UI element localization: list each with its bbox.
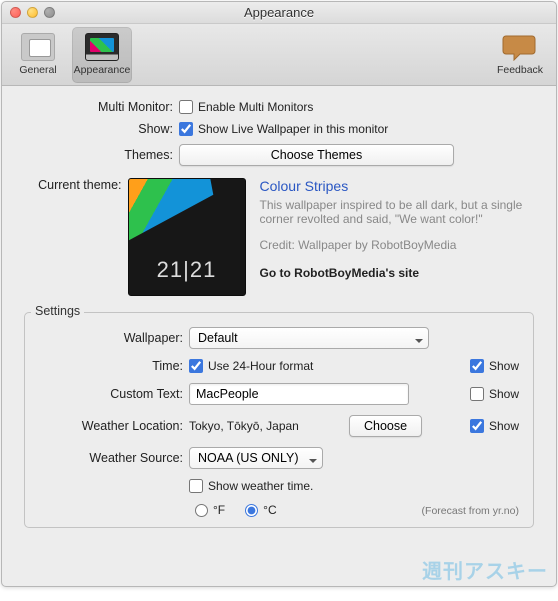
choose-themes-button[interactable]: Choose Themes [179, 144, 454, 166]
tab-general-label: General [19, 64, 56, 76]
custom-text-show-text: Show [489, 387, 519, 401]
content-area: Multi Monitor: Enable Multi Monitors Sho… [2, 86, 556, 540]
unit-f-text: °F [213, 503, 225, 517]
tab-appearance-label: Appearance [74, 64, 131, 76]
speech-bubble-icon [502, 33, 538, 61]
weather-location-value: Tokyo, Tōkyō, Japan [189, 419, 339, 433]
tab-feedback-label: Feedback [497, 64, 543, 76]
theme-preview: 21|21 [128, 178, 246, 296]
unit-c-text: °C [263, 503, 276, 517]
theme-description: This wallpaper inspired to be all dark, … [260, 198, 535, 226]
time-label: Time: [39, 359, 189, 373]
preferences-window: Appearance General Appearance Feedback M… [1, 1, 557, 587]
themes-label: Themes: [24, 148, 179, 162]
device-icon [21, 33, 55, 61]
tab-general[interactable]: General [8, 27, 68, 83]
preview-time: 21|21 [129, 259, 245, 281]
stripes-graphic [128, 178, 213, 259]
weather-location-label: Weather Location: [39, 419, 189, 433]
current-theme-label: Current theme: [24, 174, 128, 192]
monitor-icon [85, 33, 119, 61]
watermark: 週刊アスキー [422, 555, 548, 584]
toolbar: General Appearance Feedback [2, 24, 556, 86]
settings-group: Settings Wallpaper: Default Time: Us [24, 312, 534, 528]
window-title: Appearance [2, 5, 556, 20]
settings-legend: Settings [31, 304, 84, 318]
show-weather-time-text: Show weather time. [208, 479, 313, 493]
unit-c-radio[interactable] [245, 504, 258, 517]
theme-author-link[interactable]: Go to RobotBoyMedia's site [260, 266, 535, 280]
use-24h-text: Use 24-Hour format [208, 359, 313, 373]
enable-multi-monitors-checkbox[interactable] [179, 100, 193, 114]
wallpaper-select[interactable]: Default [189, 327, 429, 349]
weather-source-label: Weather Source: [39, 451, 189, 465]
forecast-note: (Forecast from yr.no) [422, 505, 519, 517]
choose-location-button[interactable]: Choose [349, 415, 422, 437]
use-24h-checkbox[interactable] [189, 359, 203, 373]
custom-text-input[interactable] [189, 383, 409, 405]
show-live-wallpaper-checkbox[interactable] [179, 122, 193, 136]
wallpaper-label: Wallpaper: [39, 331, 189, 345]
multi-monitor-label: Multi Monitor: [24, 100, 179, 114]
show-weather-time-checkbox[interactable] [189, 479, 203, 493]
titlebar: Appearance [2, 2, 556, 24]
weather-show-text: Show [489, 419, 519, 433]
custom-text-label: Custom Text: [39, 387, 189, 401]
tab-appearance[interactable]: Appearance [72, 27, 132, 83]
unit-f-radio[interactable] [195, 504, 208, 517]
theme-name: Colour Stripes [260, 178, 535, 194]
time-show-checkbox[interactable] [470, 359, 484, 373]
show-label: Show: [24, 122, 179, 136]
theme-credit: Credit: Wallpaper by RobotBoyMedia [260, 238, 535, 252]
time-show-text: Show [489, 359, 519, 373]
show-live-wallpaper-text: Show Live Wallpaper in this monitor [198, 122, 388, 136]
weather-source-select[interactable]: NOAA (US ONLY) [189, 447, 323, 469]
weather-show-checkbox[interactable] [470, 419, 484, 433]
enable-multi-monitors-text: Enable Multi Monitors [198, 100, 313, 114]
custom-text-show-checkbox[interactable] [470, 387, 484, 401]
tab-feedback[interactable]: Feedback [490, 27, 550, 83]
